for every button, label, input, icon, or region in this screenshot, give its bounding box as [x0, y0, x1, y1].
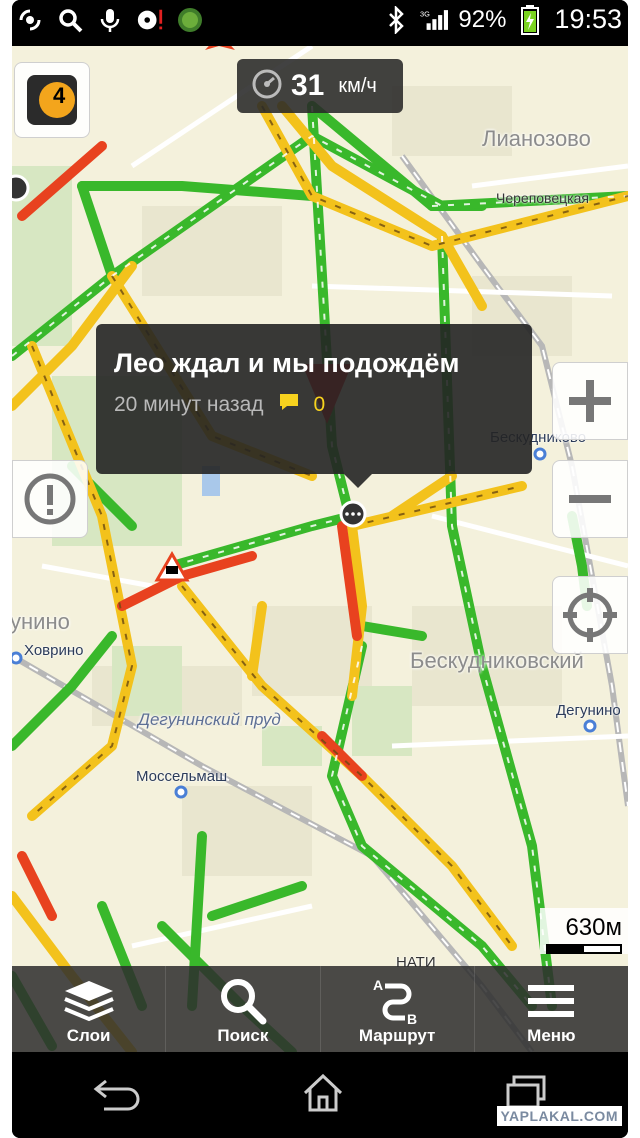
scale-bar	[546, 944, 622, 954]
layers-icon	[63, 976, 115, 1026]
android-icon	[176, 6, 204, 34]
cell-signal-icon: 3G	[420, 6, 449, 34]
system-nav-bar: YAPLAKAL.COM	[12, 1052, 628, 1138]
map-scale: 630м	[540, 908, 628, 954]
menu-label: Меню	[527, 1026, 576, 1045]
exclamation-icon	[24, 473, 76, 525]
signal-wave-icon	[16, 6, 44, 34]
zoom-out-button[interactable]	[552, 460, 628, 538]
back-arrow-icon	[93, 1079, 140, 1110]
place-unino: унино	[12, 609, 70, 634]
svg-text:B: B	[407, 1011, 417, 1026]
minus-icon	[569, 495, 611, 503]
home-button[interactable]	[301, 1073, 345, 1118]
station-khovrino: Ховрино	[24, 642, 84, 659]
home-icon	[303, 1073, 343, 1111]
route-label: Маршрут	[358, 1026, 436, 1045]
svg-text:3G: 3G	[420, 9, 430, 18]
station-mosselmash: Моссельмаш	[136, 768, 228, 785]
roadworks-sign-top	[205, 46, 235, 50]
speed-indicator: 31 км/ч	[237, 59, 403, 113]
bottom-toolbar: Слои Поиск A B Маршрут Меню	[12, 966, 628, 1052]
layers-button[interactable]: Слои	[12, 966, 167, 1052]
traffic-light-icon	[27, 75, 77, 125]
layers-label: Слои	[66, 1026, 111, 1045]
place-lianozovo: Лианозово	[482, 126, 591, 151]
speed-unit: км/ч	[338, 74, 377, 97]
bluetooth-icon	[382, 5, 410, 34]
crosshair-icon	[563, 588, 617, 642]
status-bar-right: 3G 92% 19:53	[382, 4, 622, 35]
traffic-level-value: 4	[53, 83, 66, 108]
comment-icon	[278, 392, 300, 418]
status-bar: 3G 92% 19:53	[12, 0, 628, 46]
route-icon: A B	[371, 976, 423, 1026]
plus-icon	[569, 380, 611, 422]
locate-me-button[interactable]	[552, 576, 628, 654]
disc-warning-icon	[136, 6, 164, 34]
route-button[interactable]: A B Маршрут	[321, 966, 475, 1052]
menu-button[interactable]: Меню	[475, 966, 628, 1052]
map-view[interactable]: Лианозово Череповецкая Бескудниковский у…	[12, 46, 628, 1052]
search-button[interactable]: Поиск	[166, 966, 321, 1052]
mic-icon	[96, 6, 124, 34]
popup-pointer	[344, 474, 372, 488]
report-event-button[interactable]	[12, 460, 88, 538]
battery-percent: 92%	[458, 5, 507, 33]
popup-title: Лео ждал и мы подождём	[114, 348, 460, 378]
popup-comment-count: 0	[313, 393, 326, 416]
back-button[interactable]	[92, 1075, 142, 1116]
search-label: Поиск	[217, 1026, 269, 1045]
popup-meta: 20 минут назад 0	[114, 392, 514, 418]
search-icon	[219, 976, 267, 1026]
watermark: YAPLAKAL.COM	[496, 1106, 622, 1126]
zoom-in-button[interactable]	[552, 362, 628, 440]
search-icon	[56, 6, 84, 34]
clock: 19:53	[554, 4, 622, 34]
speed-value: 31	[291, 69, 325, 102]
status-bar-left	[16, 6, 204, 34]
svg-text:A: A	[373, 977, 383, 993]
place-degunino-pond: Дегунинский пруд	[138, 710, 281, 729]
scale-value: 630м	[565, 914, 622, 941]
menu-icon	[528, 976, 575, 1026]
battery-charging-icon	[516, 4, 544, 35]
traffic-level-button[interactable]: 4	[14, 62, 90, 138]
event-popup[interactable]: Лео ждал и мы подождём 20 минут назад 0	[96, 324, 532, 488]
station-degunino: Дегунино	[556, 702, 621, 719]
popup-time: 20 минут назад	[114, 393, 264, 416]
street-cherepovetskaya: Череповецкая	[496, 190, 589, 206]
phone-screen: 3G 92% 19:53 Лианозово Череповецкая Беск…	[12, 0, 628, 1138]
speedometer-icon	[251, 68, 283, 105]
